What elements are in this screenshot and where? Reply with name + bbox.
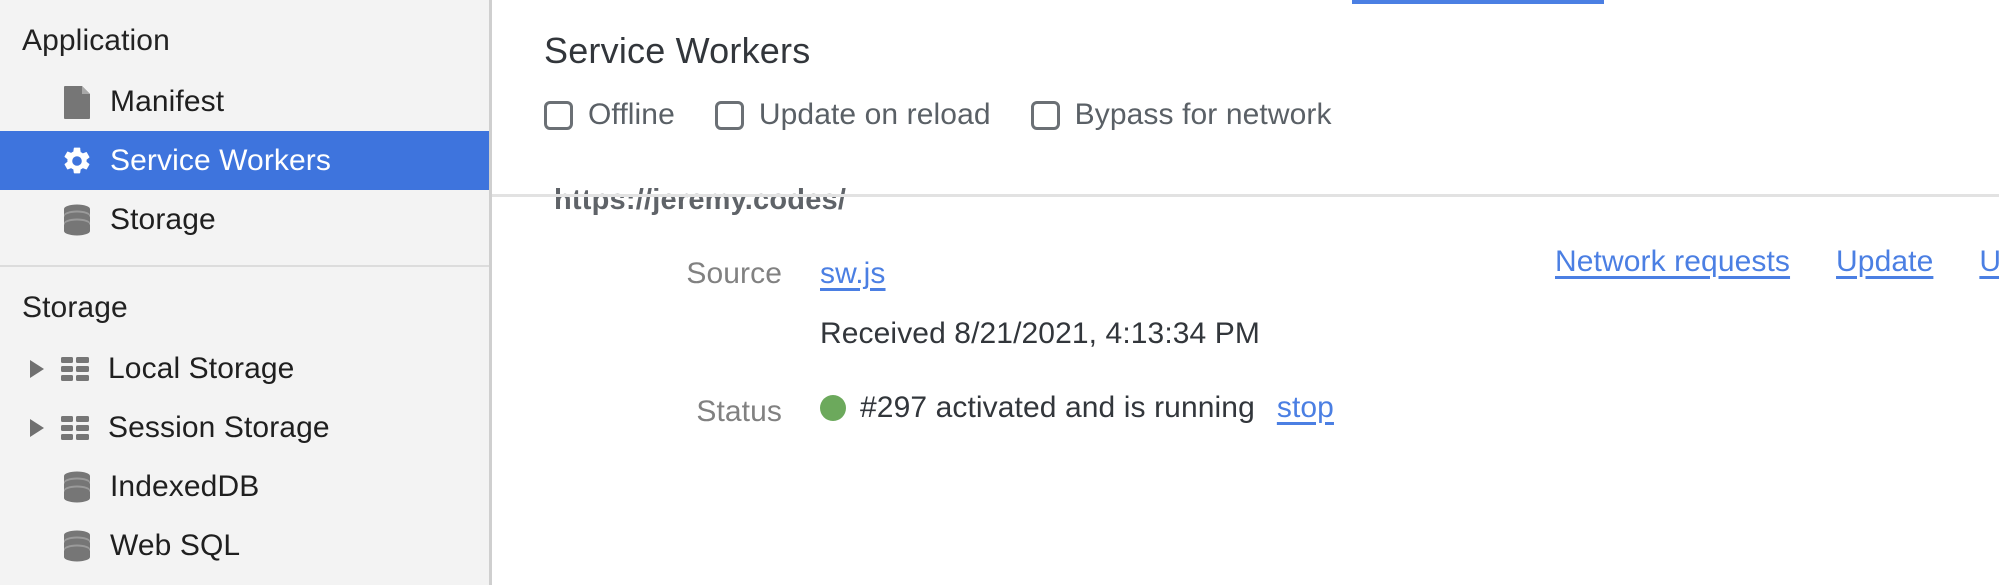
sidebar-item-label: IndexedDB [110,469,260,503]
chevron-right-icon[interactable] [30,359,44,378]
chevron-right-icon[interactable] [30,418,44,437]
table-icon [58,352,92,386]
checkbox-box[interactable] [544,100,573,130]
section-divider [492,194,1999,197]
sidebar-item-storage[interactable]: Storage [0,190,489,249]
table-icon [58,411,92,445]
network-requests-link[interactable]: Network requests [1555,245,1790,279]
registration-scope-url: https://jeremy.codes/ [554,184,847,216]
sidebar-item-label: Manifest [110,84,225,118]
sidebar-section-storage: Storage Local Storage Session Storage In… [0,267,489,575]
main-content: Service Workers Offline Update on reload… [492,0,1999,585]
unregister-link[interactable]: Unregister [1979,245,1999,279]
status-label: Status [696,395,782,428]
checkbox-label: Offline [588,98,675,131]
sidebar-section-title-application: Application [22,24,170,57]
source-file-link[interactable]: sw.js [820,257,886,291]
service-worker-registration: https://jeremy.codes/ Network requests U… [492,132,1999,429]
database-icon [60,203,94,237]
update-on-reload-checkbox[interactable]: Update on reload [714,98,991,132]
sidebar-section-application: Application Manifest Service Workers Sto… [0,0,489,249]
received-timestamp: Received 8/21/2021, 4:13:34 PM [820,317,1260,350]
page-title: Service Workers [544,30,811,71]
devtools-application-panel: Application Manifest Service Workers Sto… [0,0,1999,585]
source-value: sw.js [820,257,886,291]
service-worker-options-row: Offline Update on reload Bypass for netw… [492,72,1999,132]
update-link[interactable]: Update [1836,245,1933,279]
checkbox-box[interactable] [1030,100,1060,130]
checkbox-label: Bypass for network [1074,98,1332,131]
sidebar-item-label: Service Workers [110,143,331,177]
registration-actions: Network requests Update Unregister [1555,245,1999,279]
sidebar-item-session-storage[interactable]: Session Storage [0,398,489,457]
stop-link[interactable]: stop [1277,391,1334,425]
status-indicator-icon [820,395,846,421]
database-icon [60,529,94,563]
sidebar-item-label: Session Storage [108,410,330,444]
sidebar-item-web-sql[interactable]: Web SQL [0,516,489,575]
gear-icon [60,144,94,178]
sidebar-item-service-workers[interactable]: Service Workers [0,131,489,190]
source-label: Source [686,257,782,290]
registration-header: https://jeremy.codes/ [492,184,1999,217]
scrolled-link-underline[interactable] [1352,0,1604,4]
sidebar-item-indexeddb[interactable]: IndexedDB [0,457,489,516]
sidebar-item-manifest[interactable]: Manifest [0,72,489,131]
sidebar-section-title-storage: Storage [22,291,128,324]
checkbox-box[interactable] [714,100,744,130]
sidebar-item-label: Web SQL [110,528,241,562]
sidebar-item-label: Local Storage [108,351,295,385]
sidebar-item-local-storage[interactable]: Local Storage [0,339,489,398]
status-text: #297 activated and is running [860,391,1255,424]
checkbox-label: Update on reload [758,98,991,131]
status-value: #297 activated and is running stop [820,391,1334,425]
sidebar-item-label: Storage [110,202,216,236]
offline-checkbox[interactable]: Offline [544,98,675,132]
document-icon [60,85,94,119]
sidebar: Application Manifest Service Workers Sto… [0,0,492,585]
status-row: Status #297 activated and is running sto… [492,391,1999,429]
bypass-for-network-checkbox[interactable]: Bypass for network [1030,98,1332,132]
database-icon [60,470,94,504]
